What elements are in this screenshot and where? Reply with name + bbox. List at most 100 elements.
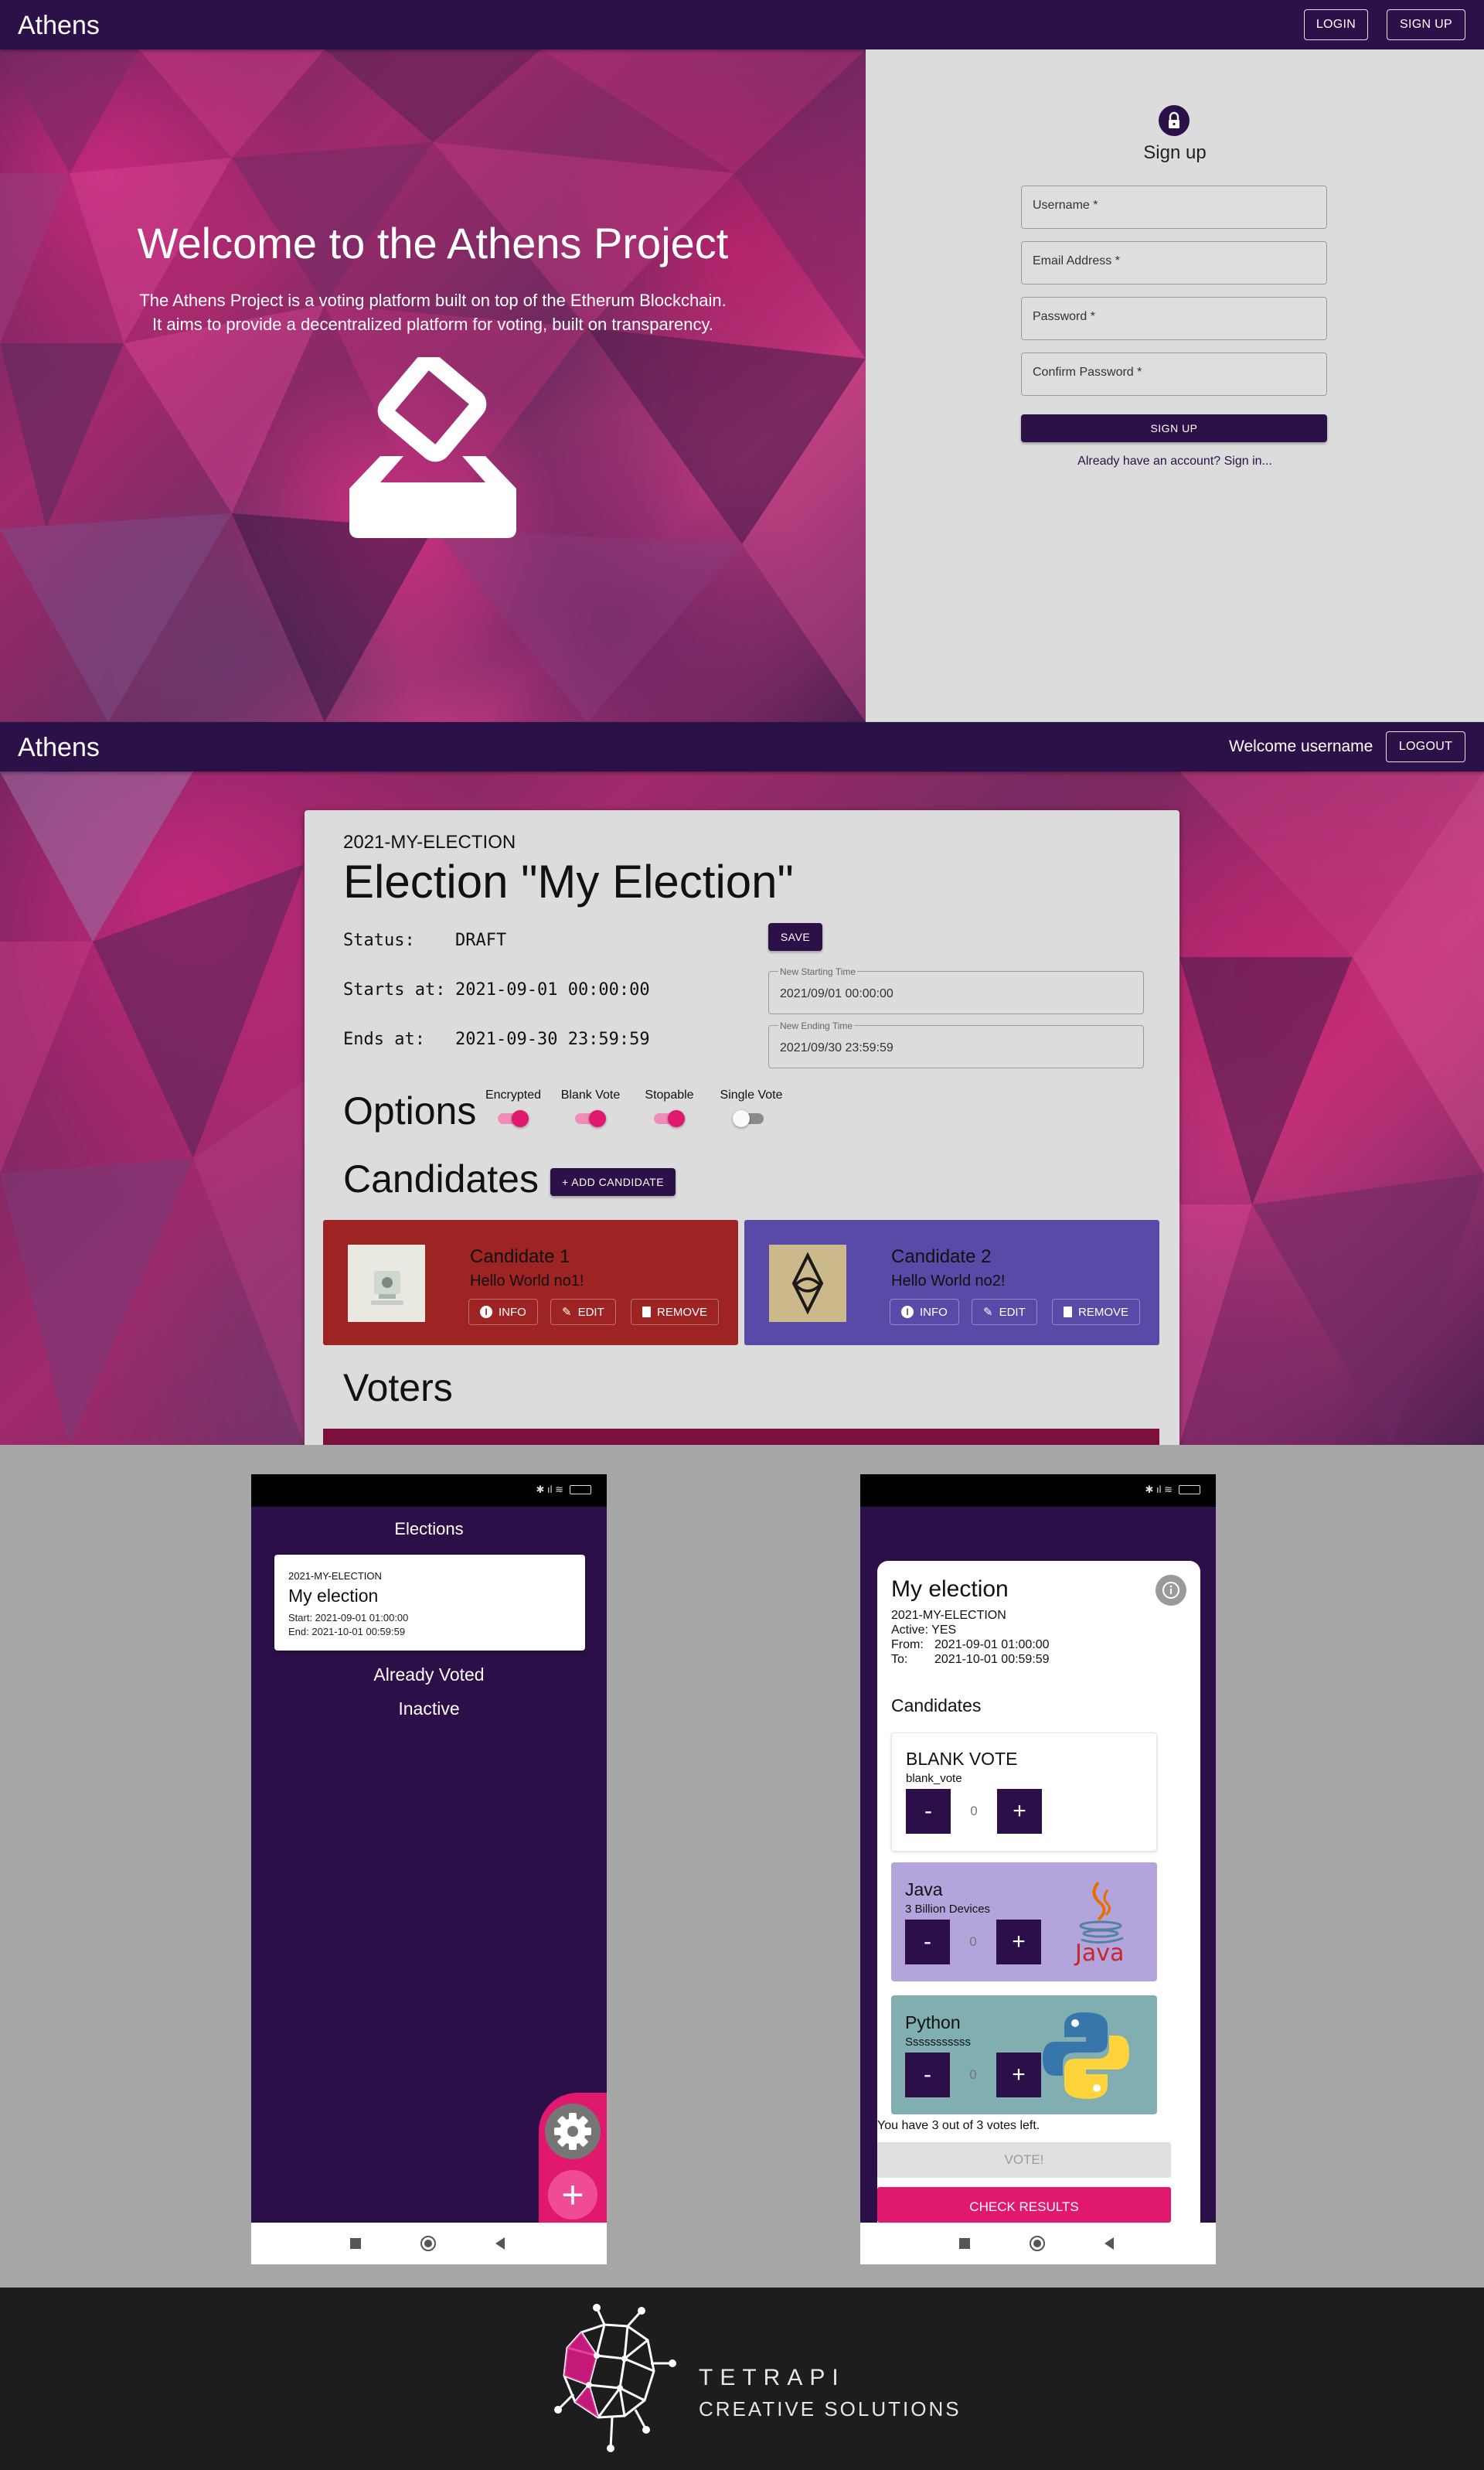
candidate-description: Hello World no1! — [470, 1272, 584, 1290]
candidate-remove-button[interactable]: REMOVE — [631, 1299, 720, 1325]
password-field[interactable]: Password * — [1021, 297, 1327, 340]
android-nav-bar — [860, 2223, 1216, 2264]
elections-title: Elections — [394, 1519, 464, 1538]
candidates-heading: Candidates — [891, 1695, 982, 1715]
info-label: INFO — [920, 1305, 948, 1319]
candidate-info-button[interactable]: i INFO — [468, 1299, 538, 1325]
brand-title[interactable]: Athens — [18, 733, 100, 763]
back-icon[interactable] — [1104, 2237, 1114, 2250]
hero-background: Welcome to the Athens Project The Athens… — [0, 49, 866, 722]
candidate-photo — [769, 1245, 846, 1322]
recents-icon[interactable] — [350, 2238, 361, 2249]
welcome-text: Welcome username — [1229, 738, 1373, 755]
election-id: 2021-MY-ELECTION — [891, 1609, 1006, 1622]
from-value: 2021-09-01 01:00:00 — [934, 1638, 1050, 1651]
top-app-bar: Athens LOGIN SIGN UP — [0, 0, 1484, 49]
option-stopable[interactable]: Stopable — [638, 1089, 700, 1127]
election-editor-screenshot: Athens Welcome username LOGOUT 2021-MY-E… — [0, 722, 1484, 1445]
add-election-button[interactable]: + — [548, 2170, 597, 2220]
company-tagline: CREATIVE SOLUTIONS — [699, 2397, 962, 2421]
ballot-box-icon — [349, 357, 516, 538]
election-title: My election — [288, 1586, 379, 1606]
signal-icon: ✱ ıl ≋ — [1145, 1484, 1173, 1495]
username-field[interactable]: Username * — [1021, 186, 1327, 229]
decrement-button[interactable]: - — [905, 1920, 950, 1964]
stopable-toggle[interactable] — [654, 1110, 685, 1127]
option-single-vote[interactable]: Single Vote — [713, 1089, 790, 1127]
election-start: Start: 2021-09-01 01:00:00 — [288, 1612, 409, 1623]
decrement-button[interactable]: - — [905, 2053, 950, 2097]
increment-button[interactable]: + — [997, 1789, 1042, 1834]
already-voted-section[interactable]: Already Voted — [251, 1664, 607, 1685]
blank-vote-toggle[interactable] — [575, 1110, 606, 1127]
signup-nav-button[interactable]: SIGN UP — [1387, 9, 1465, 40]
vote-count[interactable]: 0 — [951, 1789, 997, 1834]
candidate-description: Hello World no2! — [891, 1272, 1006, 1290]
remove-label: REMOVE — [657, 1305, 708, 1319]
election-card: 2021-MY-ELECTION Election "My Election" … — [305, 810, 1179, 1445]
option-blank-vote[interactable]: Blank Vote — [560, 1089, 621, 1127]
candidate-photo — [348, 1245, 425, 1322]
settings-button[interactable] — [545, 2104, 601, 2159]
election-id: 2021-MY-ELECTION — [343, 832, 516, 853]
inactive-section[interactable]: Inactive — [251, 1698, 607, 1719]
election-list-item[interactable]: 2021-MY-ELECTION My election Start: 2021… — [274, 1555, 585, 1651]
back-icon[interactable] — [495, 2237, 505, 2250]
battery-icon — [1179, 1485, 1200, 1494]
candidate-edit-button[interactable]: ✎ EDIT — [972, 1299, 1037, 1325]
hero-title: Welcome to the Athens Project — [137, 219, 729, 267]
plus-icon: + — [561, 2173, 584, 2216]
java-logo-icon: Java — [1066, 1879, 1135, 1967]
confirm-password-field[interactable]: Confirm Password * — [1021, 353, 1327, 396]
check-results-button[interactable]: CHECK RESULTS — [877, 2187, 1171, 2223]
votes-left: You have 3 out of 3 votes left. — [877, 2119, 1040, 2132]
candidate-edit-button[interactable]: ✎ EDIT — [550, 1299, 616, 1325]
single-vote-toggle[interactable] — [733, 1110, 767, 1127]
signup-submit-button[interactable]: SIGN UP — [1021, 414, 1327, 442]
battery-icon — [570, 1485, 591, 1494]
ends-value: 2021-09-30 23:59:59 — [455, 1030, 650, 1049]
home-icon[interactable] — [420, 2236, 436, 2251]
increment-button[interactable]: + — [996, 1920, 1041, 1964]
recents-icon[interactable] — [959, 2238, 970, 2249]
candidates-heading: Candidates — [343, 1157, 539, 1201]
option-label: Blank Vote — [560, 1089, 621, 1102]
new-end-time-value: 2021/09/30 23:59:59 — [780, 1041, 893, 1054]
new-start-time-field[interactable]: New Starting Time 2021/09/01 00:00:00 — [768, 966, 1144, 1014]
info-icon — [1162, 1582, 1179, 1599]
vote-count[interactable]: 0 — [950, 2053, 996, 2097]
encrypted-toggle[interactable] — [498, 1110, 529, 1127]
option-encrypted[interactable]: Encrypted — [482, 1089, 544, 1127]
info-icon: i — [901, 1306, 914, 1318]
status-bar: ✱ ıl ≋ — [860, 1474, 1216, 1507]
vote-candidate-card: BLANK VOTE blank_vote - 0 + — [891, 1732, 1157, 1852]
trash-icon — [1064, 1307, 1072, 1317]
new-end-time-label: New Ending Time — [778, 1020, 855, 1031]
save-button[interactable]: SAVE — [768, 923, 822, 951]
status-value: DRAFT — [455, 931, 507, 950]
vote-button[interactable]: VOTE! — [877, 2142, 1171, 2178]
candidate-info-button[interactable]: i INFO — [890, 1299, 959, 1325]
new-end-time-field[interactable]: New Ending Time 2021/09/30 23:59:59 — [768, 1020, 1144, 1068]
phone-elections-list: ✱ ıl ≋ Elections 2021-MY-ELECTION My ele… — [251, 1474, 607, 2264]
option-label: Encrypted — [485, 1089, 542, 1102]
candidate-name: Java — [905, 1879, 943, 1899]
java-logo-text: Java — [1075, 1940, 1125, 1967]
decrement-button[interactable]: - — [906, 1789, 951, 1834]
vote-count[interactable]: 0 — [950, 1920, 996, 1964]
email-field[interactable]: Email Address * — [1021, 241, 1327, 284]
logout-button[interactable]: LOGOUT — [1386, 731, 1465, 762]
candidate-name: Python — [905, 2012, 961, 2032]
to-value: 2021-10-01 00:59:59 — [934, 1653, 1050, 1666]
signin-link[interactable]: Already have an account? Sign in... — [866, 455, 1484, 468]
new-start-time-value: 2021/09/01 00:00:00 — [780, 987, 893, 1000]
to-label: To: — [891, 1653, 908, 1666]
login-button[interactable]: LOGIN — [1304, 9, 1368, 40]
info-button[interactable] — [1156, 1575, 1186, 1606]
add-candidate-button[interactable]: + ADD CANDIDATE — [550, 1168, 676, 1196]
candidate-remove-button[interactable]: REMOVE — [1052, 1299, 1141, 1325]
candidate-description: 3 Billion Devices — [905, 1903, 991, 1916]
home-icon[interactable] — [1030, 2236, 1045, 2251]
brand-title[interactable]: Athens — [18, 11, 100, 41]
increment-button[interactable]: + — [996, 2053, 1041, 2097]
